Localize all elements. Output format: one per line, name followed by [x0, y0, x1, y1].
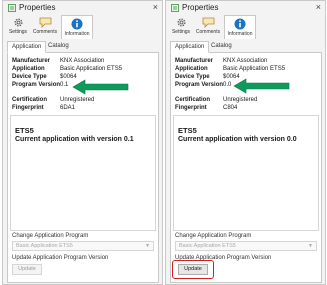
info-icon — [71, 18, 83, 30]
toolbar-comments-button[interactable]: Comments — [31, 15, 59, 39]
property-value: 6DA1 — [60, 105, 76, 111]
property-label: Manufacturer — [12, 58, 51, 64]
green-arrow-icon — [72, 79, 129, 95]
panel-titlebar: Properties × — [3, 1, 162, 15]
toolbar-information-label: Information — [64, 31, 90, 37]
property-value: 0.0 — [223, 82, 232, 88]
property-value: 0.1 — [60, 82, 69, 88]
update-version-label: Update Application Program Version — [12, 255, 109, 261]
property-value: Unregistered — [60, 97, 95, 103]
properties-panel-left: Properties × Settings Comments Informati… — [2, 0, 163, 285]
panel-title: Properties — [19, 3, 56, 12]
toolbar-settings-label: Settings — [8, 29, 28, 35]
property-label: Fingerprint — [12, 105, 44, 111]
property-label: Fingerprint — [175, 105, 207, 111]
chevron-down-icon: ▼ — [145, 243, 150, 249]
tab-catalog[interactable]: Catalog — [44, 41, 73, 53]
info-icon — [234, 18, 246, 30]
properties-icon — [171, 4, 179, 12]
description-text: Current application with version 0.1 — [15, 136, 134, 143]
application-description-box: ETS5 Current application with version 0.… — [173, 115, 319, 231]
property-label: Program Version — [175, 82, 224, 88]
application-program-select[interactable]: Basic Application ETS5 ▼ — [175, 241, 317, 251]
property-value: Unregistered — [223, 97, 258, 103]
application-tab-content: Manufacturer KNX Association Application… — [170, 53, 322, 283]
chevron-down-icon: ▼ — [308, 243, 313, 249]
toolbar-information-label: Information — [227, 31, 253, 37]
application-tab-content: Manufacturer KNX Association Application… — [7, 53, 159, 283]
change-application-label: Change Application Program — [175, 233, 252, 239]
property-tabs: Application Catalog — [7, 41, 159, 53]
gear-icon — [13, 18, 23, 27]
comment-icon — [39, 17, 51, 28]
property-label: Program Version — [12, 82, 61, 88]
application-description-box: ETS5 Current application with version 0.… — [10, 115, 156, 231]
property-value: C804 — [223, 105, 238, 111]
close-icon[interactable]: × — [316, 2, 321, 12]
tab-application[interactable]: Application — [170, 41, 210, 53]
close-icon[interactable]: × — [153, 2, 158, 12]
property-tabs: Application Catalog — [170, 41, 322, 53]
update-button[interactable]: Update — [178, 264, 208, 275]
toolbar-comments-label: Comments — [195, 29, 221, 35]
description-title: ETS5 — [178, 126, 197, 135]
panel-title: Properties — [182, 3, 219, 12]
property-value: KNX Association — [60, 58, 105, 64]
toolbar-comments-button[interactable]: Comments — [194, 15, 222, 39]
description-text: Current application with version 0.0 — [178, 136, 297, 143]
description-title: ETS5 — [15, 126, 34, 135]
properties-toolbar: Settings Comments Information — [166, 15, 325, 39]
application-program-select[interactable]: Basic Application ETS5 ▼ — [12, 241, 154, 251]
toolbar-information-button[interactable]: Information — [224, 15, 256, 39]
property-label: Application — [12, 66, 45, 72]
green-arrow-icon — [233, 78, 290, 94]
properties-icon — [8, 4, 16, 12]
toolbar-settings-button[interactable]: Settings — [7, 15, 29, 39]
property-label: Device Type — [12, 74, 47, 80]
properties-panel-right: Properties × Settings Comments Informati… — [165, 0, 326, 285]
property-label: Certification — [12, 97, 48, 103]
update-button[interactable]: Update — [12, 264, 42, 275]
property-label: Certification — [175, 97, 211, 103]
toolbar-settings-button[interactable]: Settings — [170, 15, 192, 39]
property-value: KNX Association — [223, 58, 268, 64]
property-label: Application — [175, 66, 208, 72]
select-value: Basic Application ETS5 — [16, 243, 73, 249]
change-application-label: Change Application Program — [12, 233, 89, 239]
gear-icon — [176, 18, 186, 27]
toolbar-comments-label: Comments — [32, 29, 58, 35]
tab-application[interactable]: Application — [7, 41, 47, 53]
property-value: Basic Application ETS5 — [60, 66, 123, 72]
property-label: Device Type — [175, 74, 210, 80]
toolbar-settings-label: Settings — [171, 29, 191, 35]
toolbar-information-button[interactable]: Information — [61, 15, 93, 39]
property-label: Manufacturer — [175, 58, 214, 64]
panel-titlebar: Properties × — [166, 1, 325, 15]
select-value: Basic Application ETS5 — [179, 243, 236, 249]
property-value: Basic Application ETS5 — [223, 66, 286, 72]
properties-toolbar: Settings Comments Information — [3, 15, 162, 39]
tab-catalog[interactable]: Catalog — [207, 41, 236, 53]
comment-icon — [202, 17, 214, 28]
